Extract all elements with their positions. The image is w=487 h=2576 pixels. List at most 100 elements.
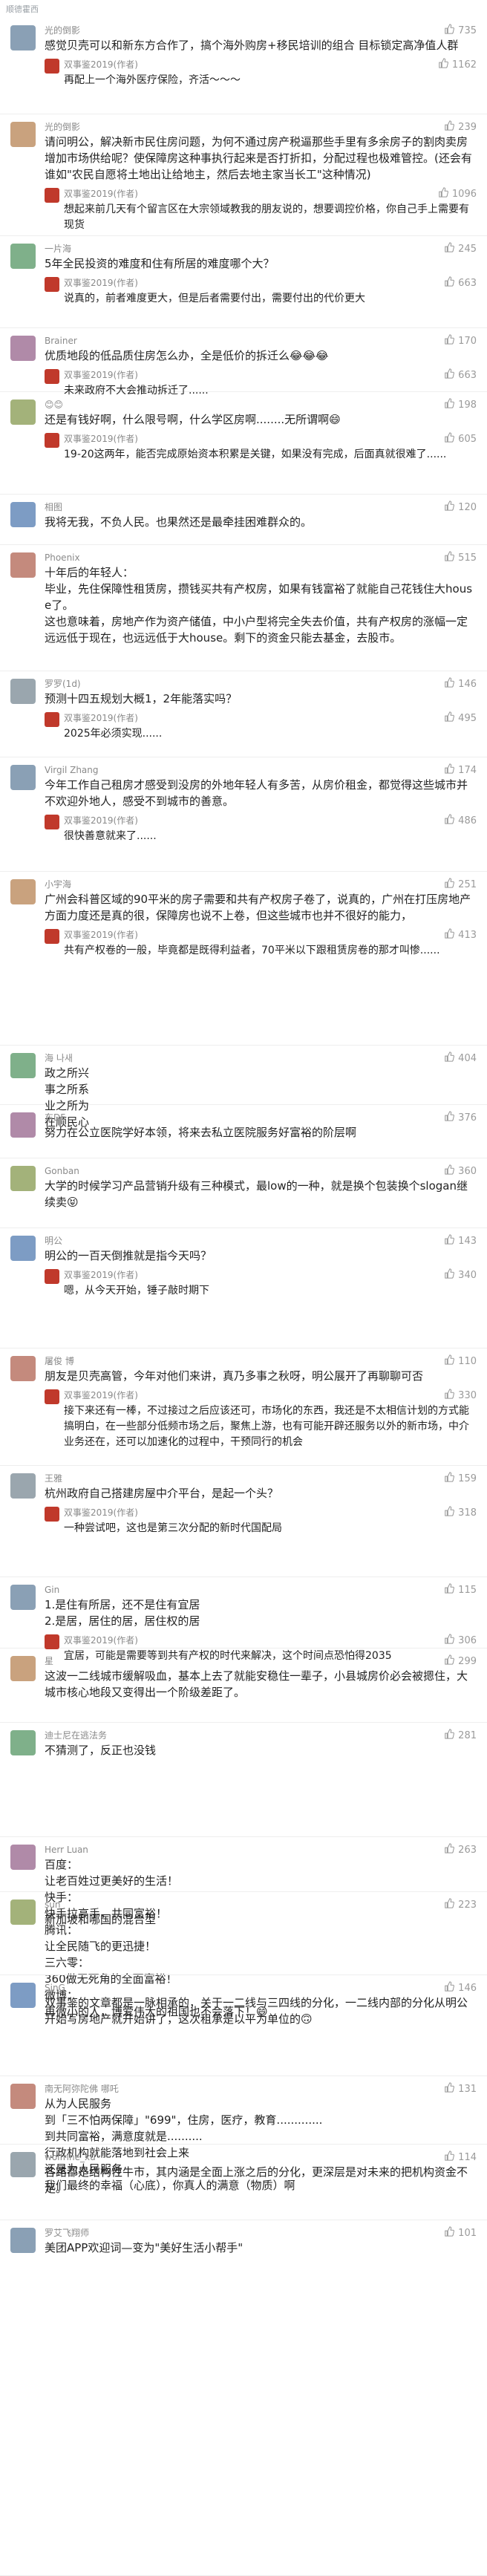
reply-like-button[interactable]: 1162 — [438, 58, 477, 71]
comment-username[interactable]: 光的倒影 — [45, 18, 477, 37]
comment-username[interactable]: 明公 — [45, 1228, 477, 1248]
comment-username[interactable]: Phoenix — [45, 545, 477, 564]
like-button[interactable]: 223 — [444, 1898, 477, 1911]
reply-like-button[interactable]: 318 — [444, 1506, 477, 1519]
author-avatar[interactable] — [45, 1507, 59, 1522]
like-button[interactable]: 735 — [444, 24, 477, 37]
comment-username[interactable]: sun — [45, 1892, 477, 1911]
reply-username[interactable]: 双事鉴2019(作者) — [64, 1387, 477, 1403]
avatar[interactable] — [10, 1356, 36, 1381]
like-button[interactable]: 146 — [444, 1981, 477, 1995]
author-avatar[interactable] — [45, 712, 59, 727]
avatar[interactable] — [10, 1112, 36, 1138]
reply-username[interactable]: 双事鉴2019(作者) — [64, 186, 477, 202]
like-button[interactable]: 170 — [444, 334, 477, 348]
avatar[interactable] — [10, 1845, 36, 1870]
avatar[interactable] — [10, 1900, 36, 1925]
author-avatar[interactable] — [45, 59, 59, 74]
like-button[interactable]: 120 — [444, 500, 477, 514]
comment-username[interactable]: 罗罗(1d) — [45, 671, 477, 691]
comment-username[interactable]: Gin — [45, 1577, 477, 1597]
author-avatar[interactable] — [45, 188, 59, 203]
comment-username[interactable]: 小宇海 — [45, 872, 477, 891]
comment-username[interactable]: 罗艾飞翔师 — [45, 2220, 477, 2240]
like-button[interactable]: 115 — [444, 1583, 477, 1597]
avatar[interactable] — [10, 2084, 36, 2109]
comment-username[interactable]: wolfrine_xu — [45, 2145, 477, 2164]
avatar[interactable] — [10, 879, 36, 904]
like-button[interactable]: 360 — [444, 1164, 477, 1178]
avatar[interactable] — [10, 1473, 36, 1499]
avatar[interactable] — [10, 1730, 36, 1755]
author-avatar[interactable] — [45, 433, 59, 448]
like-button[interactable]: 263 — [444, 1843, 477, 1856]
avatar[interactable] — [10, 400, 36, 425]
avatar[interactable] — [10, 1166, 36, 1191]
reply-username[interactable]: 双事鉴2019(作者) — [64, 812, 477, 829]
comment-username[interactable]: Virgil Zhang — [45, 757, 477, 777]
reply-like-button[interactable]: 605 — [444, 432, 477, 446]
comment-username[interactable]: 迪士尼在逃法务 — [45, 1723, 477, 1742]
comment-username[interactable]: 光的倒影 — [45, 114, 477, 134]
reply-like-button[interactable]: 495 — [444, 711, 477, 725]
like-button[interactable]: 143 — [444, 1234, 477, 1248]
like-button[interactable]: 239 — [444, 120, 477, 134]
reply-like-button[interactable]: 663 — [444, 276, 477, 290]
author-avatar[interactable] — [45, 929, 59, 944]
avatar[interactable] — [10, 1656, 36, 1681]
comment-username[interactable]: Brainer — [45, 328, 477, 348]
author-avatar[interactable] — [45, 277, 59, 292]
comment-username[interactable]: Gonban — [45, 1158, 477, 1178]
reply-username[interactable]: 双事鉴2019(作者) — [64, 431, 477, 447]
avatar[interactable] — [10, 336, 36, 361]
like-button[interactable]: 131 — [444, 2082, 477, 2096]
reply-username[interactable]: 双事鉴2019(作者) — [64, 1504, 477, 1521]
like-button[interactable]: 114 — [444, 2151, 477, 2164]
comment-username[interactable]: 海 나새 — [45, 1046, 477, 1065]
like-button[interactable]: 174 — [444, 763, 477, 777]
avatar[interactable] — [10, 122, 36, 147]
reply-like-button[interactable]: 1096 — [438, 187, 477, 200]
like-button[interactable]: 146 — [444, 677, 477, 691]
avatar[interactable] — [10, 679, 36, 704]
like-button[interactable]: 376 — [444, 1111, 477, 1124]
avatar[interactable] — [10, 2228, 36, 2253]
reply-username[interactable]: 双事鉴2019(作者) — [64, 710, 477, 726]
reply-like-button[interactable]: 330 — [444, 1389, 477, 1402]
like-button[interactable]: 299 — [444, 1654, 477, 1668]
like-button[interactable]: 110 — [444, 1354, 477, 1368]
like-button[interactable]: 198 — [444, 398, 477, 411]
reply-username[interactable]: 双事鉴2019(作者) — [64, 927, 477, 943]
comment-username[interactable]: 南无阿弥陀佛 哪吒 — [45, 2076, 477, 2096]
like-button[interactable]: 101 — [444, 2226, 477, 2240]
avatar[interactable] — [10, 552, 36, 578]
like-button[interactable]: 251 — [444, 878, 477, 891]
avatar[interactable] — [10, 25, 36, 50]
reply-username[interactable]: 双事鉴2019(作者) — [64, 1632, 477, 1649]
like-button[interactable]: 281 — [444, 1729, 477, 1742]
reply-username[interactable]: 双事鉴2019(作者) — [64, 1267, 477, 1283]
reply-username[interactable]: 双事鉴2019(作者) — [64, 367, 477, 383]
reply-like-button[interactable]: 306 — [444, 1634, 477, 1647]
avatar[interactable] — [10, 1053, 36, 1078]
comment-username[interactable]: 😊😊 — [45, 392, 477, 411]
comment-username[interactable]: 星 — [45, 1649, 477, 1668]
avatar[interactable] — [10, 244, 36, 269]
comment-username[interactable]: Herr Luan — [45, 1837, 477, 1856]
like-button[interactable]: 404 — [444, 1051, 477, 1065]
avatar[interactable] — [10, 1585, 36, 1610]
author-avatar[interactable] — [45, 1634, 59, 1649]
comment-username[interactable]: 东DF — [45, 1105, 477, 1124]
comment-username[interactable]: 屠俊 博 — [45, 1349, 477, 1368]
author-avatar[interactable] — [45, 1269, 59, 1284]
comment-username[interactable]: 相图 — [45, 495, 477, 514]
reply-like-button[interactable]: 340 — [444, 1268, 477, 1282]
like-button[interactable]: 515 — [444, 551, 477, 564]
comment-username[interactable]: 一片海 — [45, 236, 477, 255]
like-button[interactable]: 159 — [444, 1472, 477, 1485]
avatar[interactable] — [10, 1236, 36, 1261]
reply-like-button[interactable]: 413 — [444, 928, 477, 942]
like-button[interactable]: 245 — [444, 242, 477, 255]
avatar[interactable] — [10, 1983, 36, 2008]
author-avatar[interactable] — [45, 1389, 59, 1404]
